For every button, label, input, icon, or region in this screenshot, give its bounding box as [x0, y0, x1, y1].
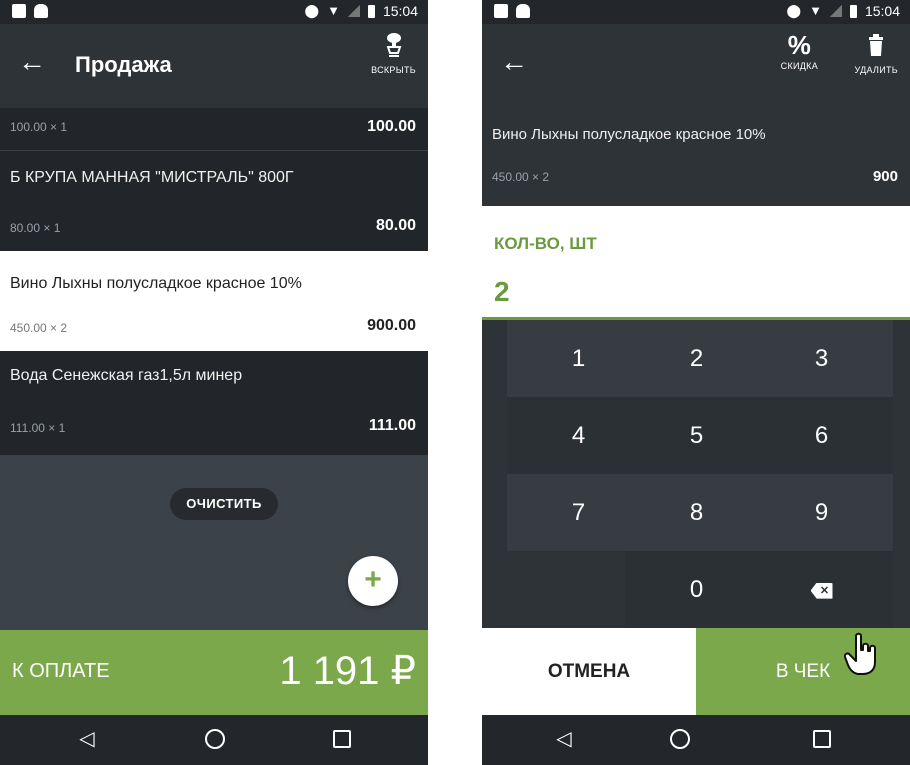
key-5[interactable]: 5: [625, 397, 768, 474]
image-notification-icon: [12, 4, 26, 18]
quantity-value: 2: [494, 276, 510, 307]
wifi-icon: ▼: [809, 3, 822, 18]
selected-item-summary: Вино Лыхны полусладкое красное 10% 450.0…: [482, 108, 910, 206]
item-name: Вино Лыхны полусладкое красное 10%: [492, 126, 766, 143]
circle-home-icon[interactable]: [668, 727, 692, 751]
item-qty: 80.00 × 1: [10, 221, 61, 235]
bottle-open-icon: [386, 33, 401, 57]
arrow-left-icon[interactable]: ←: [18, 48, 46, 76]
item-sum: 900.00: [367, 317, 416, 334]
open-button[interactable]: ВСКРЫТЬ: [371, 32, 416, 75]
system-nav-bar: ◁: [482, 715, 910, 765]
location-icon: ⬤: [786, 3, 802, 18]
sale-screen: ⬤ ▼ 15:04 ← Продажа ВСКРЫТЬ 100.00 × 1 1…: [0, 0, 428, 765]
item-name: Вино Лыхны полусладкое красное 10%: [10, 275, 302, 292]
item-sum: 111.00: [368, 417, 416, 434]
lock-notification-icon: [34, 4, 48, 18]
page-title: Продажа: [75, 52, 172, 77]
square-recent-icon[interactable]: [810, 727, 834, 751]
clear-button[interactable]: ОЧИСТИТЬ: [170, 488, 278, 520]
backspace-icon: ✕: [810, 582, 833, 599]
open-button-label: ВСКРЫТЬ: [371, 65, 416, 75]
add-item-button[interactable]: +: [348, 556, 398, 606]
hand-pointer-icon: [844, 632, 876, 675]
percent-icon: %: [787, 30, 811, 60]
item-sum: 100.00: [367, 118, 416, 135]
key-0[interactable]: 0: [625, 551, 768, 628]
triangle-back-icon[interactable]: ◁: [552, 727, 576, 751]
item-name: Вода Сенежская газ1,5л минер: [10, 367, 243, 384]
system-nav-bar: ◁: [0, 715, 428, 765]
quantity-field[interactable]: КОЛ-ВО, ШТ 2: [482, 206, 910, 320]
status-time: 15:04: [864, 3, 900, 19]
key-9[interactable]: 9: [750, 474, 893, 551]
list-item[interactable]: Б КРУПА МАННАЯ "МИСТРАЛЬ" 800Г 80.00 × 1…: [0, 151, 428, 251]
numeric-keypad: 1 2 3 4 5 6 7 8 9 0 ✕: [482, 320, 910, 628]
cancel-button[interactable]: ОТМЕНА: [482, 628, 696, 715]
status-time: 15:04: [382, 3, 418, 19]
pay-button[interactable]: К ОПЛАТЕ 1 191 ₽: [0, 630, 428, 715]
delete-label: УДАЛИТЬ: [854, 65, 898, 75]
discount-label: СКИДКА: [780, 61, 818, 71]
list-item[interactable]: Вода Сенежская газ1,5л минер 111.00 × 1 …: [0, 351, 428, 455]
location-icon: ⬤: [304, 3, 320, 18]
item-qty: 100.00 × 1: [10, 120, 68, 134]
battery-icon: [849, 4, 857, 18]
item-qty: 111.00 × 1: [10, 421, 66, 435]
status-bar: ⬤ ▼ 15:04: [0, 0, 428, 24]
discount-button[interactable]: % СКИДКА: [781, 32, 818, 71]
item-sum: 80.00: [375, 217, 416, 234]
trash-icon: [869, 34, 884, 56]
toolbar: ← % СКИДКА УДАЛИТЬ: [482, 24, 910, 108]
toolbar: ← Продажа ВСКРЫТЬ: [0, 24, 428, 108]
quantity-label: КОЛ-ВО, ШТ: [494, 234, 597, 253]
pay-label: К ОПЛАТЕ: [12, 660, 110, 682]
delete-button[interactable]: УДАЛИТЬ: [855, 32, 899, 75]
triangle-back-icon[interactable]: ◁: [75, 727, 99, 751]
signal-icon: [829, 5, 842, 17]
backspace-key[interactable]: ✕: [750, 551, 893, 628]
list-item[interactable]: 100.00 × 1 100.00: [0, 108, 428, 150]
wifi-icon: ▼: [327, 3, 340, 18]
circle-home-icon[interactable]: [203, 727, 227, 751]
key-8[interactable]: 8: [625, 474, 768, 551]
item-qty: 450.00 × 2: [10, 321, 68, 335]
status-bar: ⬤ ▼ 15:04: [482, 0, 910, 24]
key-3[interactable]: 3: [750, 320, 893, 397]
lock-notification-icon: [516, 4, 530, 18]
image-notification-icon: [494, 4, 508, 18]
signal-icon: [347, 5, 360, 17]
item-qty: 450.00 × 2: [492, 170, 550, 184]
square-recent-icon[interactable]: [330, 727, 354, 751]
plus-icon: +: [364, 563, 382, 596]
key-2[interactable]: 2: [625, 320, 768, 397]
battery-icon: [367, 4, 375, 18]
pay-amount: 1 191 ₽: [279, 649, 416, 693]
key-6[interactable]: 6: [750, 397, 893, 474]
arrow-left-icon[interactable]: ←: [500, 48, 528, 76]
quantity-screen: ⬤ ▼ 15:04 ← % СКИДКА УДАЛИТЬ Вино Лыхны …: [482, 0, 910, 765]
item-name: Б КРУПА МАННАЯ "МИСТРАЛЬ" 800Г: [10, 169, 294, 186]
item-sum: 900: [872, 168, 898, 185]
list-item-selected[interactable]: Вино Лыхны полусладкое красное 10% 450.0…: [0, 251, 428, 351]
